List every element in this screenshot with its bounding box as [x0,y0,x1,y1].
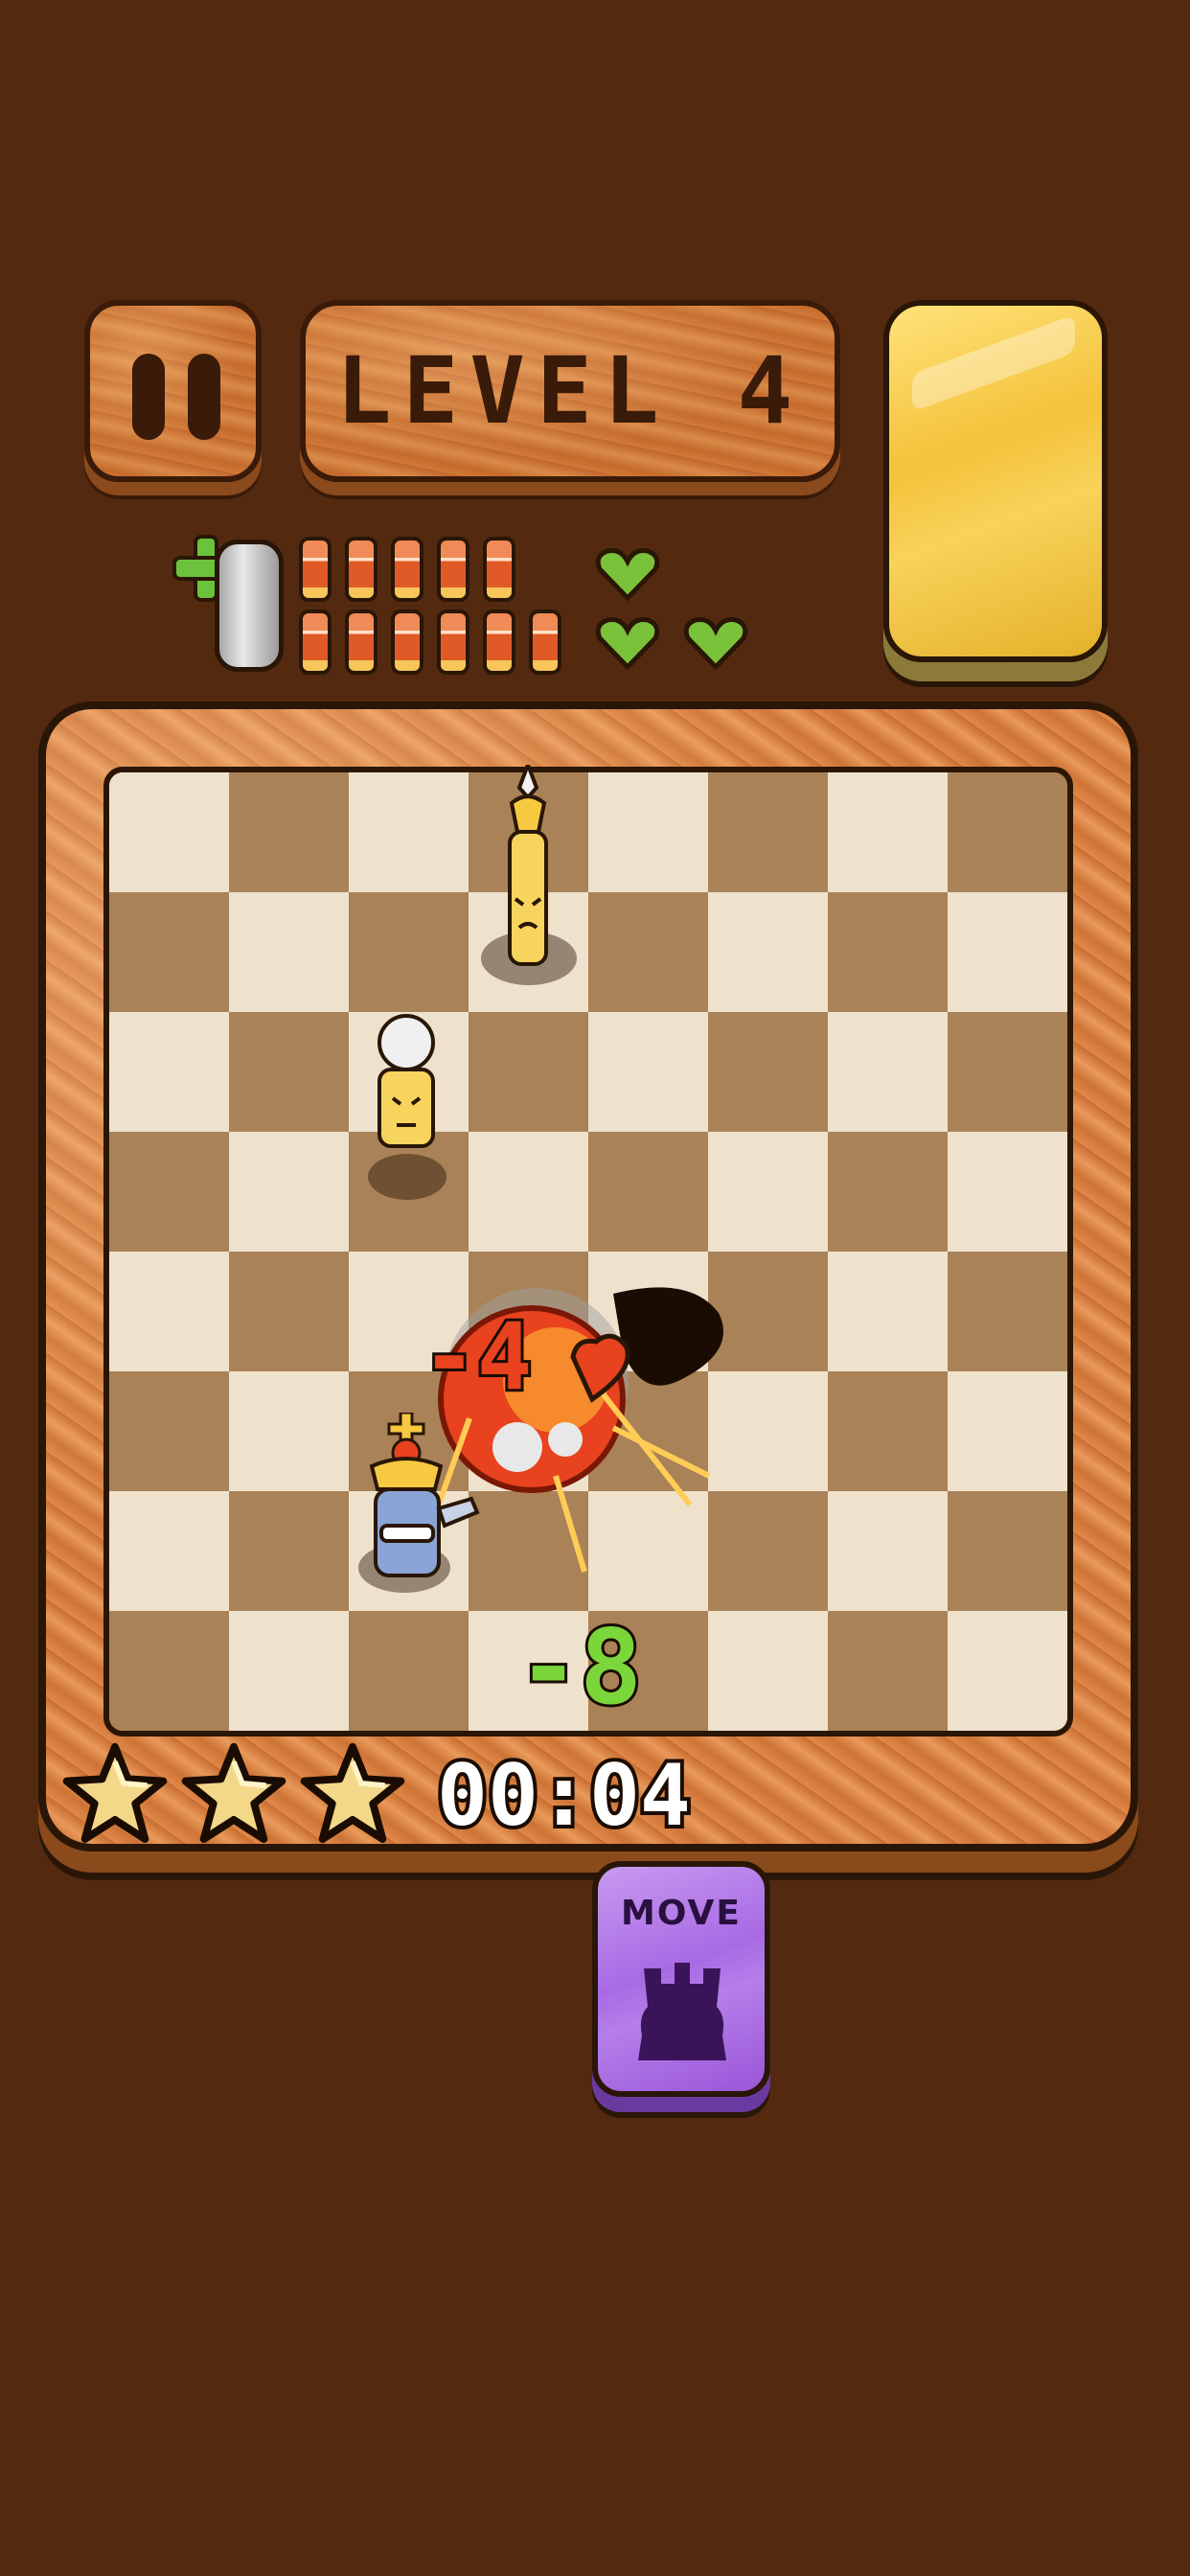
board-square[interactable] [828,1491,948,1611]
board-square[interactable] [708,892,828,1012]
rook-icon [634,1959,730,2064]
board-square[interactable] [948,892,1067,1012]
level-timer: 00:04 [433,1742,695,1849]
board-square[interactable] [349,892,469,1012]
damage-number-green: -8 [515,1605,645,1731]
board-square[interactable] [828,1611,948,1731]
board-square[interactable] [588,1012,708,1132]
board-square[interactable] [349,1611,469,1731]
board-square[interactable] [828,772,948,892]
board-square[interactable] [708,772,828,892]
board-square[interactable] [708,1132,828,1252]
shell-icon [391,610,423,675]
bishop-piece[interactable] [489,759,567,976]
shell-icon [345,610,378,675]
board-square[interactable] [708,1012,828,1132]
shell-icon [391,537,423,602]
board-square[interactable] [229,892,349,1012]
heart-icon [682,615,749,671]
board-square[interactable] [588,1132,708,1252]
board-square[interactable] [469,1132,588,1252]
board-square[interactable] [708,1611,828,1731]
board-square[interactable] [109,1491,229,1611]
shell-icon [345,537,378,602]
ammo-canister-icon [215,540,284,672]
board-square[interactable] [948,772,1067,892]
board-square[interactable] [828,892,948,1012]
shell-icon [437,537,469,602]
board-square[interactable] [229,772,349,892]
board-square[interactable] [948,1611,1067,1731]
pause-icon [132,354,165,440]
board-square[interactable] [109,892,229,1012]
pause-icon-bar [188,354,220,440]
board-square[interactable] [109,1252,229,1371]
heart-icon [594,615,661,671]
damage-number-red: -4 [419,1300,536,1414]
shell-icon [529,610,561,675]
shell-icon [299,537,332,602]
board-square[interactable] [469,1012,588,1132]
pause-button[interactable] [84,300,262,482]
star-icon [180,1740,287,1848]
board-square[interactable] [828,1012,948,1132]
gold-card-slot[interactable] [883,300,1108,662]
shell-icon [437,610,469,675]
board-square[interactable] [109,1132,229,1252]
board-square[interactable] [948,1132,1067,1252]
pawn-piece[interactable] [372,1014,441,1154]
board-square[interactable] [828,1132,948,1252]
board-square[interactable] [588,892,708,1012]
board-square[interactable] [229,1012,349,1132]
board-square[interactable] [109,1611,229,1731]
board-square[interactable] [109,1012,229,1132]
board-square[interactable] [828,1371,948,1491]
board-square[interactable] [109,772,229,892]
board-square[interactable] [948,1491,1067,1611]
heart-icon [594,546,661,602]
board-square[interactable] [109,1371,229,1491]
board-square[interactable] [828,1252,948,1371]
piece-shadow [368,1154,446,1200]
board-square[interactable] [229,1132,349,1252]
board-square[interactable] [588,772,708,892]
board-square[interactable] [349,772,469,892]
board-square[interactable] [948,1252,1067,1371]
board-square[interactable] [948,1371,1067,1491]
shell-icon [483,537,515,602]
board-square[interactable] [948,1012,1067,1132]
move-card-label: MOVE [621,1894,742,1933]
star-icon [299,1740,406,1848]
board-square[interactable] [229,1611,349,1731]
shell-icon [483,610,515,675]
star-rating [61,1740,406,1848]
level-title: LEVEL 4 [335,337,805,445]
player-king-piece[interactable] [358,1411,483,1585]
move-card[interactable]: MOVE [592,1861,770,2097]
shell-icon [299,610,332,675]
star-icon [61,1740,169,1848]
level-title-plate: LEVEL 4 [300,300,840,482]
